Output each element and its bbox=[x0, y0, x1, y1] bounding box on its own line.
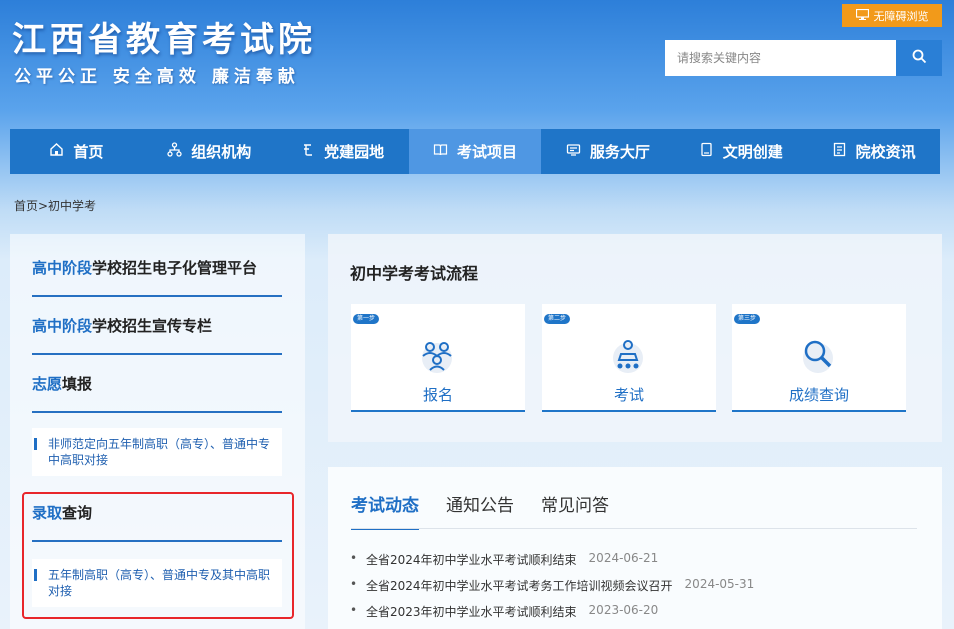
tabs-divider bbox=[351, 528, 917, 529]
nav-item-home[interactable]: 首页 bbox=[10, 129, 143, 174]
monitor-icon bbox=[856, 9, 869, 23]
accessibility-label: 无障碍浏览 bbox=[874, 8, 929, 24]
document-icon bbox=[832, 142, 847, 161]
sidebar-link-highlight: 志愿 bbox=[32, 373, 62, 394]
nav-label: 文明创建 bbox=[723, 141, 783, 162]
news-title: 全省2024年初中学业水平考试顺利结束 bbox=[366, 551, 577, 568]
nav-label: 组织机构 bbox=[191, 141, 251, 162]
sidebar-link-text: 填报 bbox=[62, 373, 92, 394]
search-button[interactable] bbox=[896, 40, 942, 76]
step-badge: 第三步 bbox=[734, 314, 760, 324]
step-badge: 第一步 bbox=[353, 314, 379, 324]
news-list: • 全省2024年初中学业水平考试顺利结束 2024-06-21 • 全省202… bbox=[350, 551, 754, 629]
news-tabs: 考试动态 通知公告 常见问答 bbox=[351, 491, 609, 530]
breadcrumb[interactable]: 首页>初中学考 bbox=[14, 197, 96, 214]
exam-process-panel: 初中学考考试流程 第一步 报名 第二步 考试 第三步 成绩查询 bbox=[328, 234, 942, 442]
nav-item-exam-projects[interactable]: 考试项目 bbox=[409, 129, 542, 174]
exam-icon bbox=[608, 336, 648, 374]
nav-item-organization[interactable]: 组织机构 bbox=[143, 129, 276, 174]
book-icon bbox=[433, 142, 448, 161]
nav-item-service-hall[interactable]: 服务大厅 bbox=[541, 129, 674, 174]
tab-exam-news[interactable]: 考试动态 bbox=[351, 491, 419, 530]
news-title: 全省2024年初中学业水平考试考务工作培训视频会议召开 bbox=[366, 577, 673, 594]
news-date: 2024-06-21 bbox=[589, 551, 659, 565]
site-header: 江西省教育考试院 公平公正 安全高效 廉洁奉献 无障碍浏览 bbox=[0, 0, 954, 120]
step-label: 成绩查询 bbox=[732, 384, 906, 405]
sidebar-link-highlight: 高中阶段 bbox=[32, 315, 92, 336]
nav-item-civilization[interactable]: 文明创建 bbox=[674, 129, 807, 174]
tab-faq[interactable]: 常见问答 bbox=[541, 491, 609, 530]
step-badge: 第二步 bbox=[544, 314, 570, 324]
search-icon bbox=[912, 49, 927, 68]
nav-item-school-news[interactable]: 院校资讯 bbox=[807, 129, 940, 174]
bullet-icon: • bbox=[350, 577, 366, 591]
news-item[interactable]: • 全省2024年初中学业水平考试考务工作培训视频会议召开 2024-05-31 bbox=[350, 577, 754, 603]
news-date: 2024-05-31 bbox=[685, 577, 755, 591]
nav-item-party[interactable]: 党建园地 bbox=[276, 129, 409, 174]
nav-label: 党建园地 bbox=[324, 141, 384, 162]
step-label: 报名 bbox=[351, 384, 525, 405]
sidebar-link-text: 学校招生电子化管理平台 bbox=[92, 257, 257, 278]
step-card-score-query[interactable]: 第三步 成绩查询 bbox=[732, 304, 906, 412]
annotation-highlight-box bbox=[22, 492, 294, 619]
sidebar-link-text: 学校招生宣传专栏 bbox=[92, 315, 212, 336]
news-date: 2023-06-20 bbox=[589, 603, 659, 617]
news-item[interactable]: • 全省2024年初中学业水平考试顺利结束 2024-06-21 bbox=[350, 551, 754, 577]
sidebar-link-highlight: 高中阶段 bbox=[32, 257, 92, 278]
news-item[interactable]: • 全省2023年初中学业水平考试顺利结束 2023-06-20 bbox=[350, 603, 754, 629]
nav-label: 院校资讯 bbox=[856, 141, 916, 162]
accessibility-button[interactable]: 无障碍浏览 bbox=[842, 4, 942, 27]
sidebar-sub-item[interactable]: 非师范定向五年制高职（高专）、普通中专中高职对接 bbox=[32, 428, 282, 476]
step-card-exam[interactable]: 第二步 考试 bbox=[542, 304, 716, 412]
org-chart-icon bbox=[167, 142, 182, 161]
main-nav: 首页 组织机构 党建园地 考试项目 服务大厅 文明创建 院校资讯 bbox=[10, 129, 940, 174]
step-label: 考试 bbox=[542, 384, 716, 405]
site-title: 江西省教育考试院 bbox=[12, 12, 316, 61]
nav-label: 服务大厅 bbox=[590, 141, 650, 162]
tablet-icon bbox=[699, 142, 714, 161]
sidebar-link-application[interactable]: 志愿填报 bbox=[32, 355, 282, 413]
home-icon bbox=[49, 142, 64, 161]
sidebar-link-enrollment-platform[interactable]: 高中阶段学校招生电子化管理平台 bbox=[32, 239, 282, 297]
tab-notices[interactable]: 通知公告 bbox=[446, 491, 514, 530]
news-panel: 考试动态 通知公告 常见问答 • 全省2024年初中学业水平考试顺利结束 202… bbox=[328, 467, 942, 629]
nav-label: 首页 bbox=[73, 141, 103, 162]
step-card-registration[interactable]: 第一步 报名 bbox=[351, 304, 525, 412]
search-input[interactable] bbox=[665, 40, 896, 76]
bullet-icon: • bbox=[350, 603, 366, 617]
bullet-icon: • bbox=[350, 551, 366, 565]
party-icon bbox=[300, 142, 315, 161]
nav-label: 考试项目 bbox=[457, 141, 517, 162]
site-slogan: 公平公正 安全高效 廉洁奉献 bbox=[14, 62, 300, 87]
magnifier-icon bbox=[798, 336, 838, 374]
news-title: 全省2023年初中学业水平考试顺利结束 bbox=[366, 603, 577, 620]
people-icon bbox=[417, 336, 457, 374]
panel-title: 初中学考考试流程 bbox=[350, 260, 478, 284]
service-icon bbox=[566, 142, 581, 161]
sidebar-link-promotion[interactable]: 高中阶段学校招生宣传专栏 bbox=[32, 297, 282, 355]
